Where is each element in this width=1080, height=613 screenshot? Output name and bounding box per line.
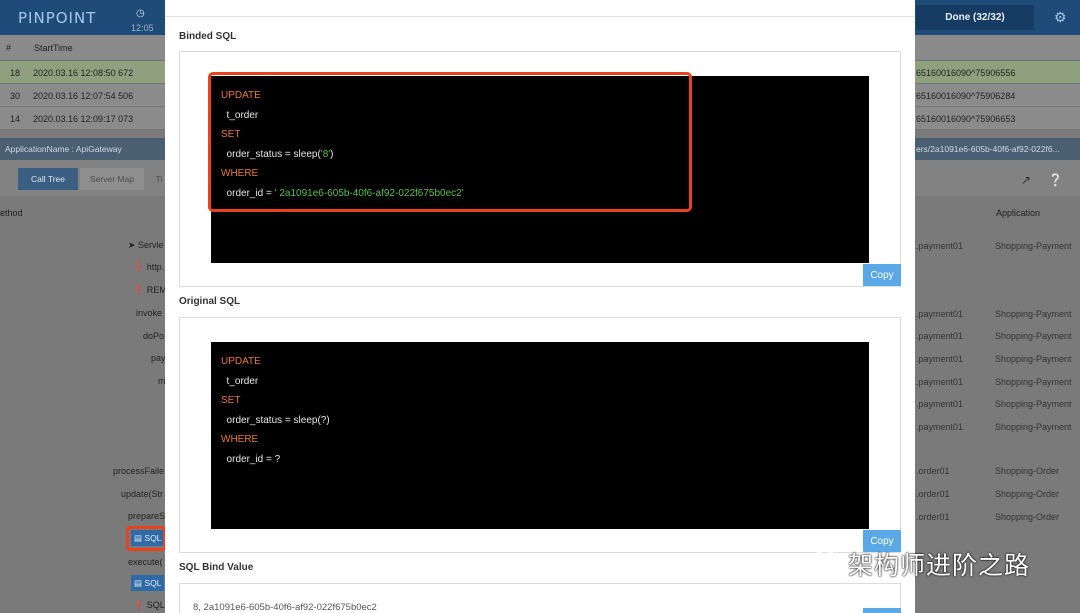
sql-assign-line: order_status = sleep(?)	[221, 415, 330, 426]
call-tree-item[interactable]: prepareS	[128, 511, 165, 521]
application-cell: Shopping-Payment	[995, 422, 1072, 432]
agent-cell: .payment01	[916, 241, 964, 251]
row-transaction-id: 65160016090^75906653	[916, 114, 1016, 124]
done-button[interactable]: Done (32/32)	[916, 5, 1034, 30]
sql-keyword: SET	[221, 395, 241, 406]
application-cell: Shopping-Order	[995, 489, 1060, 499]
clock-time: 12:05	[131, 23, 154, 33]
agent-cell: .payment01	[916, 422, 964, 432]
external-link-icon[interactable]: ↗	[1021, 173, 1031, 187]
sql-table: t_order	[221, 376, 259, 387]
call-tree-item[interactable]: doPo	[143, 331, 164, 341]
tab-call-tree[interactable]: Call Tree	[18, 168, 78, 190]
call-tree-item[interactable]: ❗ SQL	[133, 600, 165, 611]
application-cell: Shopping-Order	[995, 512, 1060, 522]
agent-cell: .payment01	[916, 377, 964, 387]
application-cell: Shopping-Payment	[995, 241, 1072, 251]
row-start-time: 2020.03.16 12:09:17 073	[33, 114, 134, 124]
wechat-icon	[810, 548, 848, 580]
binded-sql-title: Binded SQL	[179, 31, 237, 42]
call-tree-item[interactable]: pay	[151, 353, 166, 363]
original-sql-code[interactable]: UPDATE t_order SET order_status = sleep(…	[211, 342, 869, 529]
application-cell: Shopping-Payment	[995, 377, 1072, 387]
call-tree-item[interactable]: invoke	[136, 308, 162, 318]
agent-cell: .payment01	[916, 399, 964, 409]
call-tree-item[interactable]: ❗ REM	[133, 285, 167, 296]
sql-highlight-box	[126, 526, 166, 551]
application-name: ApplicationName : ApiGateway	[5, 144, 122, 154]
binded-sql-panel: UPDATE t_order SET order_status = sleep(…	[179, 51, 901, 287]
column-method[interactable]: ethod	[0, 208, 23, 218]
sql-where-line: order_id = ?	[221, 454, 281, 465]
application-cell: Shopping-Payment	[995, 354, 1072, 364]
agent-cell: .payment01	[916, 331, 964, 341]
agent-cell: .order01	[916, 512, 950, 522]
sql-modal: Binded SQL UPDATE t_order SET order_stat…	[165, 0, 915, 613]
application-cell: Shopping-Payment	[995, 309, 1072, 319]
application-cell: Shopping-Payment	[995, 331, 1072, 341]
call-tree-item[interactable]: ➤ Servle	[128, 240, 164, 251]
row-start-time: 2020.03.16 12:08:50 672	[33, 68, 134, 78]
column-application[interactable]: Application	[996, 208, 1040, 218]
sql-bind-value-panel: 8, 2a1091e6-605b-40f6-af92-022f675b0ec2	[179, 583, 901, 613]
call-tree-item[interactable]: ❗ http.	[133, 262, 164, 273]
copy-binded-sql-button[interactable]: Copy	[863, 264, 901, 286]
row-transaction-id: 65160016090^75906556	[916, 68, 1016, 78]
agent-cell: .payment01	[916, 309, 964, 319]
row-index: 18	[10, 68, 21, 78]
original-sql-panel: UPDATE t_order SET order_status = sleep(…	[179, 317, 901, 553]
sql-bind-value[interactable]: 8, 2a1091e6-605b-40f6-af92-022f675b0ec2	[193, 602, 377, 613]
original-sql-title: Original SQL	[179, 296, 241, 307]
binded-sql-highlight-box	[208, 72, 692, 212]
modal-header	[165, 0, 915, 17]
wechat-watermark: 架构师进阶之路	[810, 546, 1030, 582]
agent-cell: .order01	[916, 489, 950, 499]
application-cell: Shopping-Payment	[995, 399, 1072, 409]
call-tree-item[interactable]: execute(	[128, 557, 163, 567]
row-index: 14	[10, 114, 21, 124]
agent-cell: .payment01	[916, 354, 964, 364]
application-cell: Shopping-Order	[995, 466, 1060, 476]
clock-icon: ◷	[136, 8, 145, 19]
tab-timeline[interactable]: Ti	[152, 168, 166, 190]
row-index: 30	[10, 91, 21, 101]
column-start-time[interactable]: StartTime	[34, 43, 73, 53]
gear-icon[interactable]: ⚙	[1054, 9, 1067, 26]
sql-keyword: UPDATE	[221, 356, 261, 367]
tab-server-map[interactable]: Server Map	[80, 168, 144, 190]
sql-tag[interactable]: ▤ SQL	[131, 575, 165, 591]
pinpoint-logo[interactable]: PINPOINT	[18, 9, 96, 27]
copy-bind-value-button[interactable]	[863, 608, 901, 613]
column-index[interactable]: #	[6, 43, 11, 53]
agent-cell: .order01	[916, 466, 950, 476]
sql-keyword: WHERE	[221, 434, 259, 445]
sql-bind-value-title: SQL Bind Value	[179, 562, 254, 573]
row-start-time: 2020.03.16 12:07:54 506	[33, 91, 134, 101]
call-tree-item[interactable]: processFaile	[113, 466, 164, 476]
watermark-text: 架构师进阶之路	[848, 551, 1031, 580]
help-icon[interactable]: ❔	[1048, 173, 1063, 187]
row-transaction-id: 65160016090^75906284	[916, 91, 1016, 101]
call-tree-item[interactable]: update(Str	[121, 489, 163, 499]
transaction-path: ers/2a1091e6-605b-40f6-af92-022f6...	[916, 144, 1060, 154]
